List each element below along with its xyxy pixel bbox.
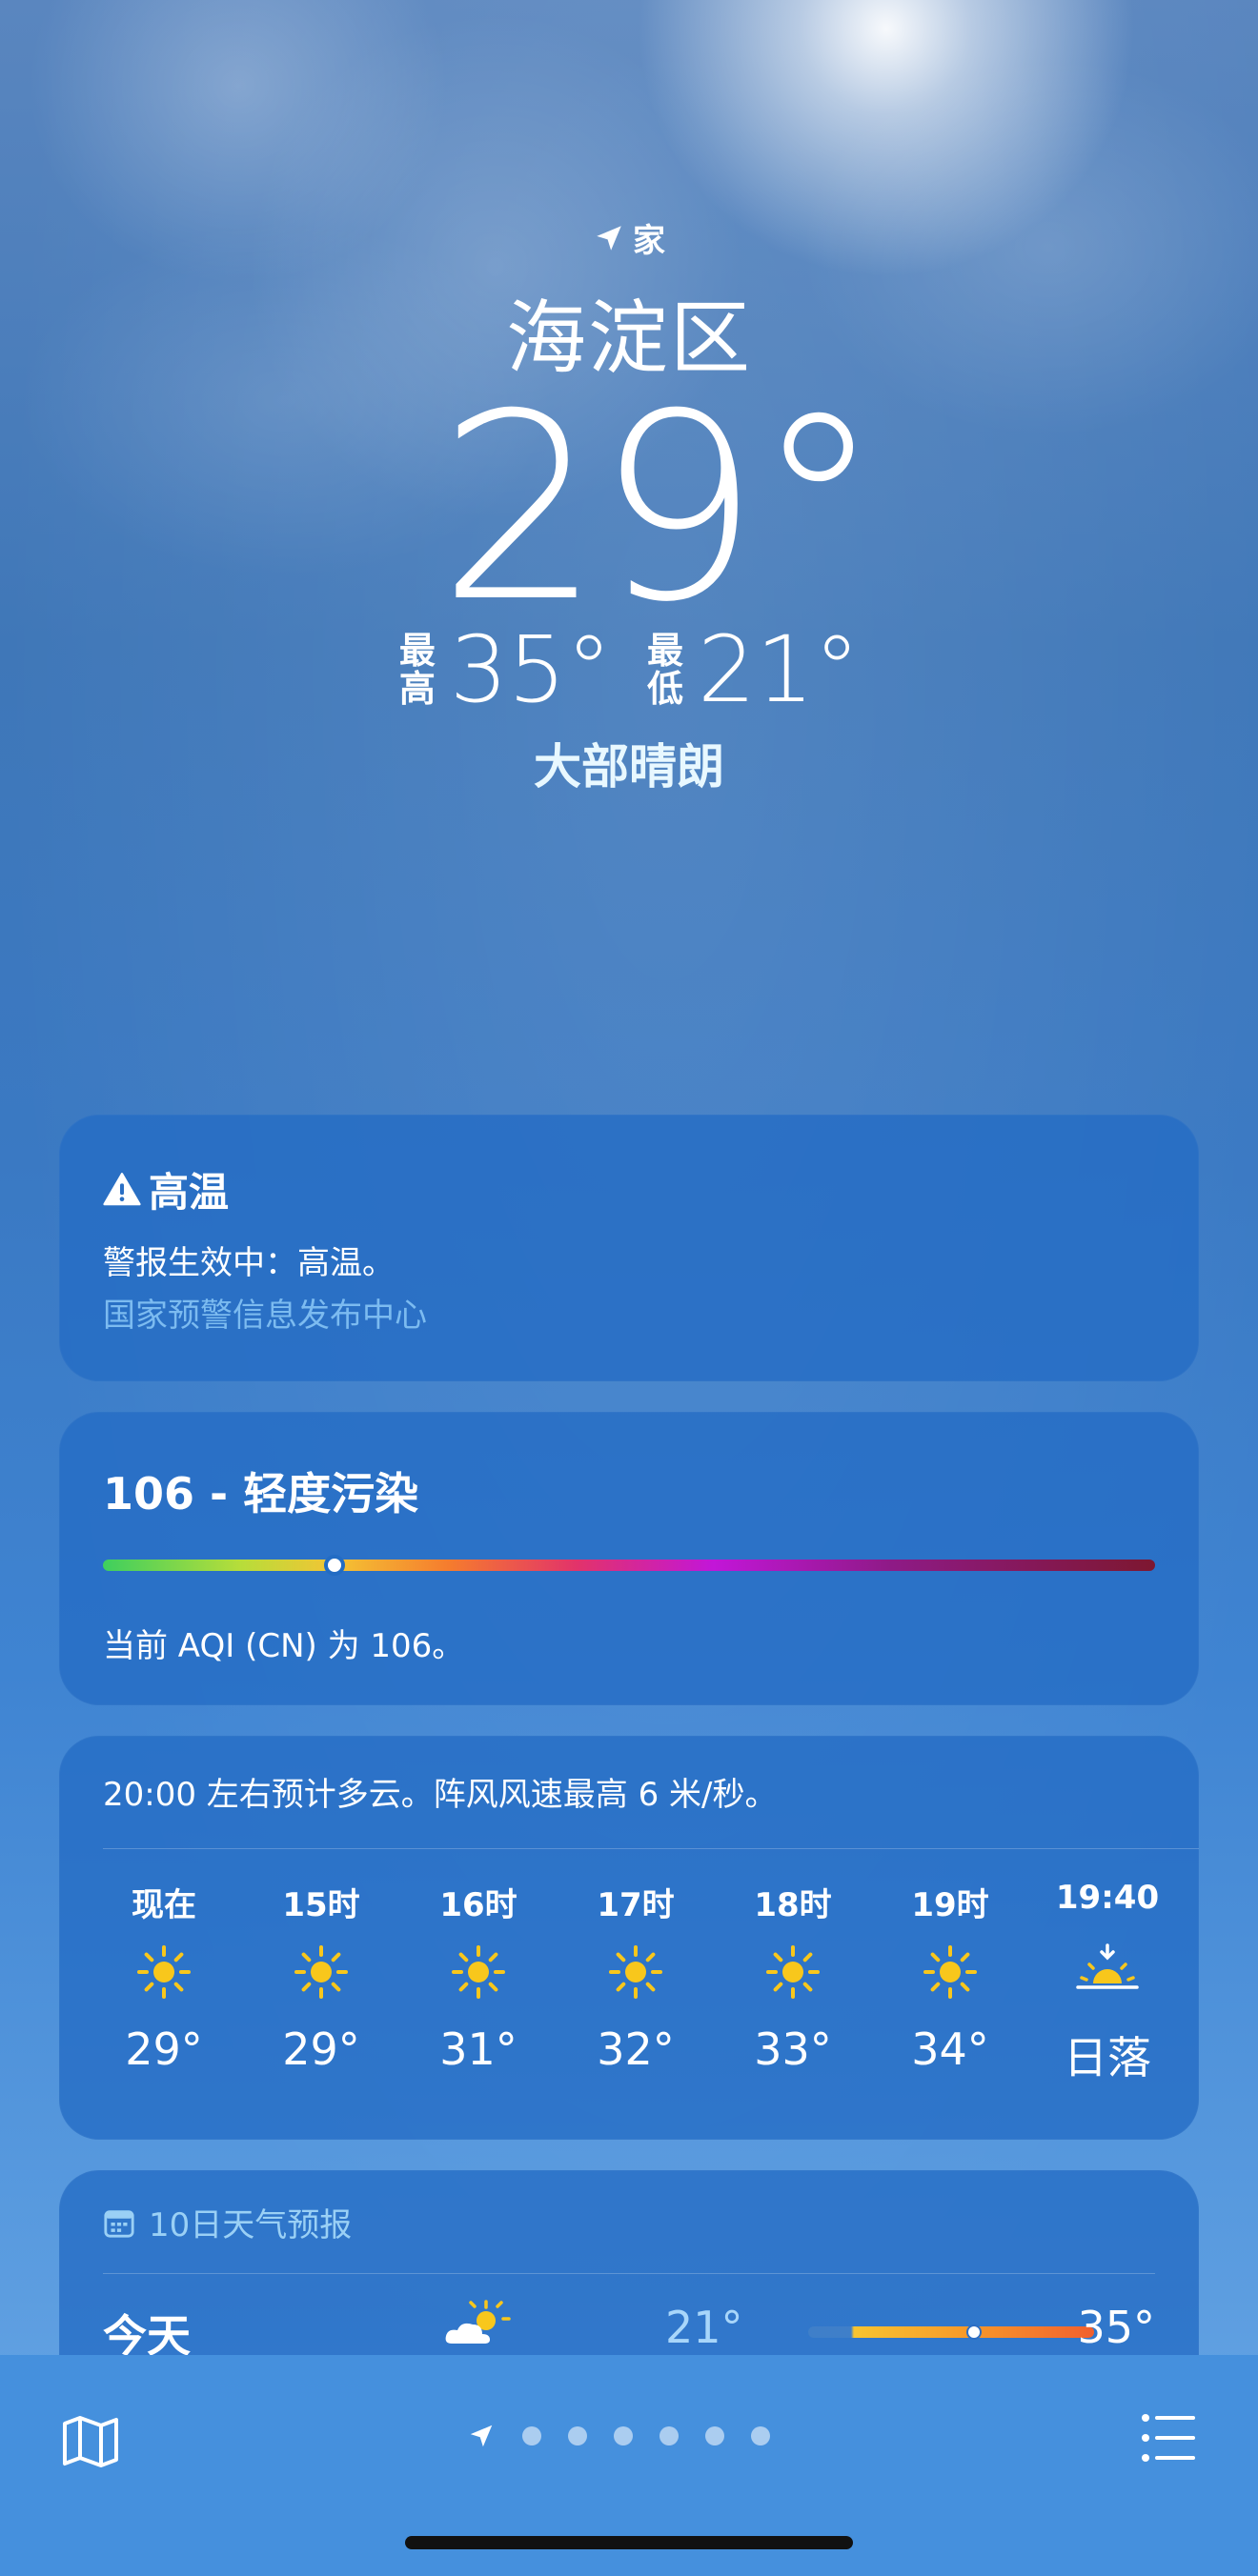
low-label: 最低 bbox=[646, 630, 683, 710]
forecast-high: 35° bbox=[1077, 2302, 1155, 2353]
heat-alert-card[interactable]: 高温 警报生效中：高温。 国家预警信息发布中心 bbox=[59, 1115, 1199, 1381]
aqi-indicator bbox=[323, 1555, 345, 1576]
hour-temperature: 33° bbox=[754, 2023, 832, 2075]
hour-label: 日落 bbox=[1064, 2032, 1151, 2083]
hour-temperature: 32° bbox=[597, 2023, 675, 2075]
location-arrow-icon bbox=[470, 2425, 493, 2447]
hour-time: 现在 bbox=[132, 1886, 196, 1924]
hour-item: 19时 34° bbox=[874, 1879, 1026, 2086]
hour-item: 16时 31° bbox=[402, 1879, 555, 2086]
weather-condition: 大部晴朗 bbox=[534, 739, 724, 795]
sun-icon bbox=[766, 1945, 820, 1999]
sun-icon bbox=[294, 1945, 348, 1999]
hourly-list[interactable]: 现在 29° 15时 29° 16时 31° 17时 32° 18时 33° 1… bbox=[88, 1879, 1184, 2086]
forecast-title: 10日天气预报 bbox=[149, 2206, 353, 2244]
list-icon[interactable] bbox=[1140, 2410, 1197, 2465]
hour-time: 19:40 bbox=[1055, 1879, 1160, 1917]
home-label: 家 bbox=[633, 222, 665, 260]
hour-time: 19时 bbox=[911, 1886, 989, 1924]
current-weather-header: 家 海淀区 29° 最高 35° 最低 21° 大部晴朗 bbox=[0, 214, 1258, 797]
alert-title-row: 高温 bbox=[103, 1160, 229, 1218]
page-dot[interactable] bbox=[751, 2426, 770, 2445]
home-location-row: 家 bbox=[0, 214, 1258, 261]
hour-temperature: 29° bbox=[125, 2023, 203, 2075]
forecast-temp-range-bar bbox=[808, 2324, 1094, 2340]
air-quality-card[interactable]: 106 - 轻度污染 当前 AQI (CN) 为 106。 bbox=[59, 1412, 1199, 1705]
aqi-description: 当前 AQI (CN) 为 106。 bbox=[103, 1627, 465, 1665]
page-dot[interactable] bbox=[659, 2426, 679, 2445]
sunset-icon bbox=[1076, 1943, 1139, 1989]
current-temperature: 29° bbox=[437, 358, 883, 658]
divider bbox=[103, 2273, 1155, 2274]
hour-time: 16时 bbox=[439, 1886, 517, 1924]
forecast-low: 21° bbox=[665, 2302, 743, 2353]
aqi-title: 106 - 轻度污染 bbox=[103, 1468, 419, 1519]
alert-title: 高温 bbox=[149, 1169, 230, 1216]
page-dot[interactable] bbox=[705, 2426, 724, 2445]
current-temp-indicator bbox=[966, 2324, 982, 2340]
hour-temperature: 29° bbox=[282, 2023, 360, 2075]
location-arrow-icon bbox=[597, 225, 621, 251]
aqi-scale-bar bbox=[103, 1555, 1155, 1576]
hour-item: 17时 32° bbox=[559, 1879, 712, 2086]
hour-temperature: 34° bbox=[911, 2023, 989, 2075]
sun-icon bbox=[452, 1945, 505, 1999]
sun-icon bbox=[609, 1945, 662, 1999]
low-temp-group: 最低 21° bbox=[646, 616, 860, 723]
calendar-icon bbox=[104, 2209, 134, 2238]
alert-body: 警报生效中：高温。 bbox=[103, 1244, 395, 1282]
sun-icon bbox=[923, 1945, 977, 1999]
forecast-header: 10日天气预报 bbox=[103, 2199, 352, 2245]
home-indicator[interactable] bbox=[405, 2536, 853, 2549]
hour-item: 15时 29° bbox=[245, 1879, 397, 2086]
hour-temperature: 31° bbox=[439, 2023, 517, 2075]
sun-icon bbox=[137, 1945, 191, 1999]
map-icon[interactable] bbox=[59, 2412, 122, 2469]
high-temp-group: 最高 35° bbox=[398, 616, 612, 723]
hour-time: 17时 bbox=[597, 1886, 675, 1924]
warning-icon bbox=[103, 1172, 141, 1205]
low-temperature: 21° bbox=[698, 616, 861, 723]
bottom-toolbar bbox=[0, 2355, 1258, 2576]
hourly-summary: 20:00 左右预计多云。阵风风速最高 6 米/秒。 bbox=[103, 1776, 778, 1814]
page-dot[interactable] bbox=[522, 2426, 541, 2445]
hour-item: 18时 33° bbox=[717, 1879, 869, 2086]
alert-source-link[interactable]: 国家预警信息发布中心 bbox=[103, 1289, 427, 1336]
divider bbox=[103, 1848, 1199, 1849]
page-indicator[interactable] bbox=[467, 2422, 770, 2450]
partly-cloudy-icon bbox=[445, 2300, 511, 2344]
page-dot[interactable] bbox=[568, 2426, 587, 2445]
hour-item: 现在 29° bbox=[88, 1879, 240, 2086]
hourly-forecast-card[interactable]: 20:00 左右预计多云。阵风风速最高 6 米/秒。 现在 29° 15时 29… bbox=[59, 1736, 1199, 2140]
high-temperature: 35° bbox=[449, 616, 612, 723]
hour-time: 18时 bbox=[754, 1886, 832, 1924]
high-label: 最高 bbox=[398, 630, 436, 710]
hour-time: 15时 bbox=[282, 1886, 360, 1924]
hour-item-sunset: 19:40 日落 bbox=[1031, 1879, 1184, 2086]
page-dot[interactable] bbox=[614, 2426, 633, 2445]
